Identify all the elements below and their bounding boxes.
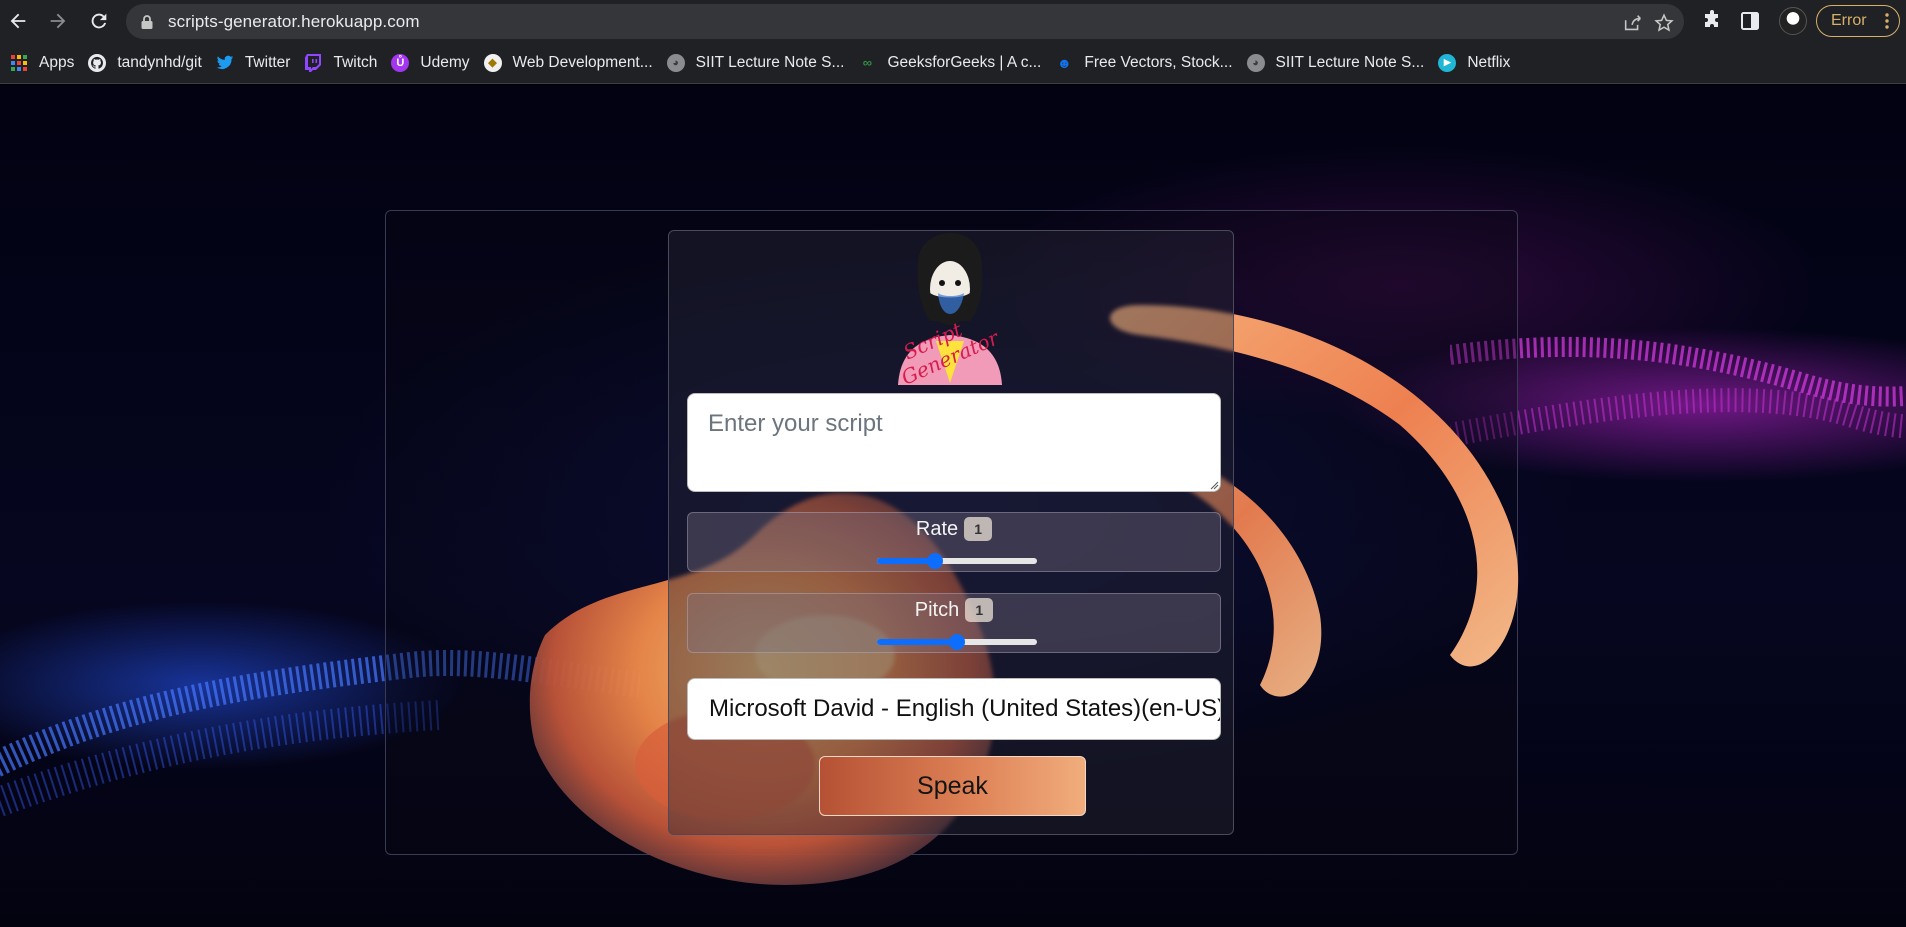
share-icon[interactable] (1622, 12, 1644, 34)
reload-icon (91, 13, 107, 29)
bookmark-label: Udemy (420, 53, 470, 71)
bookmark-site-icon: ◆ (483, 53, 502, 72)
bookmarks-bar: Apps tandynhd/git Twitter Twitch Ů Udemy… (0, 42, 1906, 84)
pitch-panel: Pitch 1 (687, 593, 1221, 653)
globe-icon: ◕ (666, 53, 685, 72)
voice-select[interactable]: Microsoft David - English (United States… (687, 678, 1221, 740)
twitter-icon (216, 54, 234, 72)
bookmark-apps[interactable]: Apps (8, 48, 84, 78)
browser-toolbar: scripts-generator.herokuapp.com Error (0, 0, 1906, 42)
back-button[interactable] (4, 7, 32, 35)
script-generator-card: Script Generator Rate1 Pitch1 (668, 230, 1234, 835)
bookmark-freepik[interactable]: ☻ Free Vectors, Stock... (1053, 48, 1242, 78)
bookmark-geeksforgeeks[interactable]: ∞ GeeksforGeeks | A c... (856, 48, 1051, 78)
rate-label: Rate (915, 517, 959, 540)
extensions-puzzle-icon[interactable] (1700, 9, 1724, 33)
bookmark-github[interactable]: tandynhd/git (86, 48, 211, 78)
bookmark-label: tandynhd/git (117, 53, 202, 71)
address-bar[interactable]: scripts-generator.herokuapp.com (126, 4, 1684, 39)
bookmark-siit-1[interactable]: ◕ SIIT Lecture Note S... (665, 48, 855, 78)
bookmark-netflix[interactable]: ▶ Netflix (1436, 48, 1520, 78)
bookmark-label: Twitch (333, 53, 378, 71)
udemy-icon: Ů (391, 53, 410, 72)
error-label: Error (1831, 12, 1867, 29)
pitch-slider[interactable] (877, 634, 1037, 650)
pitch-value-badge: 1 (965, 598, 994, 622)
bookmark-label: GeeksforGeeks | A c... (887, 53, 1042, 71)
rate-slider[interactable] (877, 553, 1037, 569)
script-textarea[interactable] (687, 393, 1221, 492)
bookmark-label: Apps (39, 53, 75, 71)
more-vert-icon (1885, 13, 1889, 29)
bookmark-twitter[interactable]: Twitter (214, 48, 301, 78)
reload-button[interactable] (85, 7, 113, 35)
bookmark-web-development[interactable]: ◆ Web Development... (482, 48, 663, 78)
twitch-icon (304, 53, 322, 72)
bookmark-label: SIIT Lecture Note S... (1275, 53, 1425, 71)
lock-icon (141, 15, 153, 29)
apps-grid-icon (10, 54, 28, 72)
github-icon (88, 53, 107, 72)
bookmark-label: Free Vectors, Stock... (1084, 53, 1233, 71)
rate-value-badge: 1 (964, 517, 993, 541)
profile-avatar[interactable] (1779, 7, 1807, 35)
star-bookmark-icon[interactable] (1653, 12, 1675, 34)
side-panel-icon[interactable] (1738, 9, 1762, 33)
bookmark-twitch[interactable]: Twitch (302, 48, 387, 78)
bookmark-label: Web Development... (512, 53, 653, 71)
arrow-right-icon (50, 13, 66, 29)
rate-panel: Rate 1 (687, 512, 1221, 572)
resize-handle-icon[interactable] (1210, 481, 1219, 490)
bookmark-label: SIIT Lecture Note S... (695, 53, 845, 71)
bookmark-udemy[interactable]: Ů Udemy (389, 48, 479, 78)
netflix-icon: ▶ (1438, 53, 1457, 72)
speak-button[interactable]: Speak (819, 756, 1086, 816)
freepik-icon: ☻ (1057, 54, 1072, 71)
pitch-slider-thumb[interactable] (949, 634, 965, 650)
forward-button[interactable] (44, 7, 72, 35)
page-background: Script Generator Rate1 Pitch1 (0, 85, 1906, 927)
pitch-label: Pitch (914, 598, 960, 621)
profile-error-button[interactable]: Error (1816, 5, 1900, 37)
arrow-left-icon (10, 13, 26, 29)
rate-slider-thumb[interactable] (926, 553, 943, 569)
geeksforgeeks-icon: ∞ (862, 55, 873, 70)
url-text: scripts-generator.herokuapp.com (168, 12, 420, 31)
script-generator-logo: Script Generator (898, 233, 1003, 385)
bookmark-label: Twitter (244, 53, 291, 71)
globe-icon: ◕ (1246, 53, 1265, 72)
bookmark-label: Netflix (1467, 53, 1511, 71)
bookmark-siit-2[interactable]: ◕ SIIT Lecture Note S... (1245, 48, 1435, 78)
